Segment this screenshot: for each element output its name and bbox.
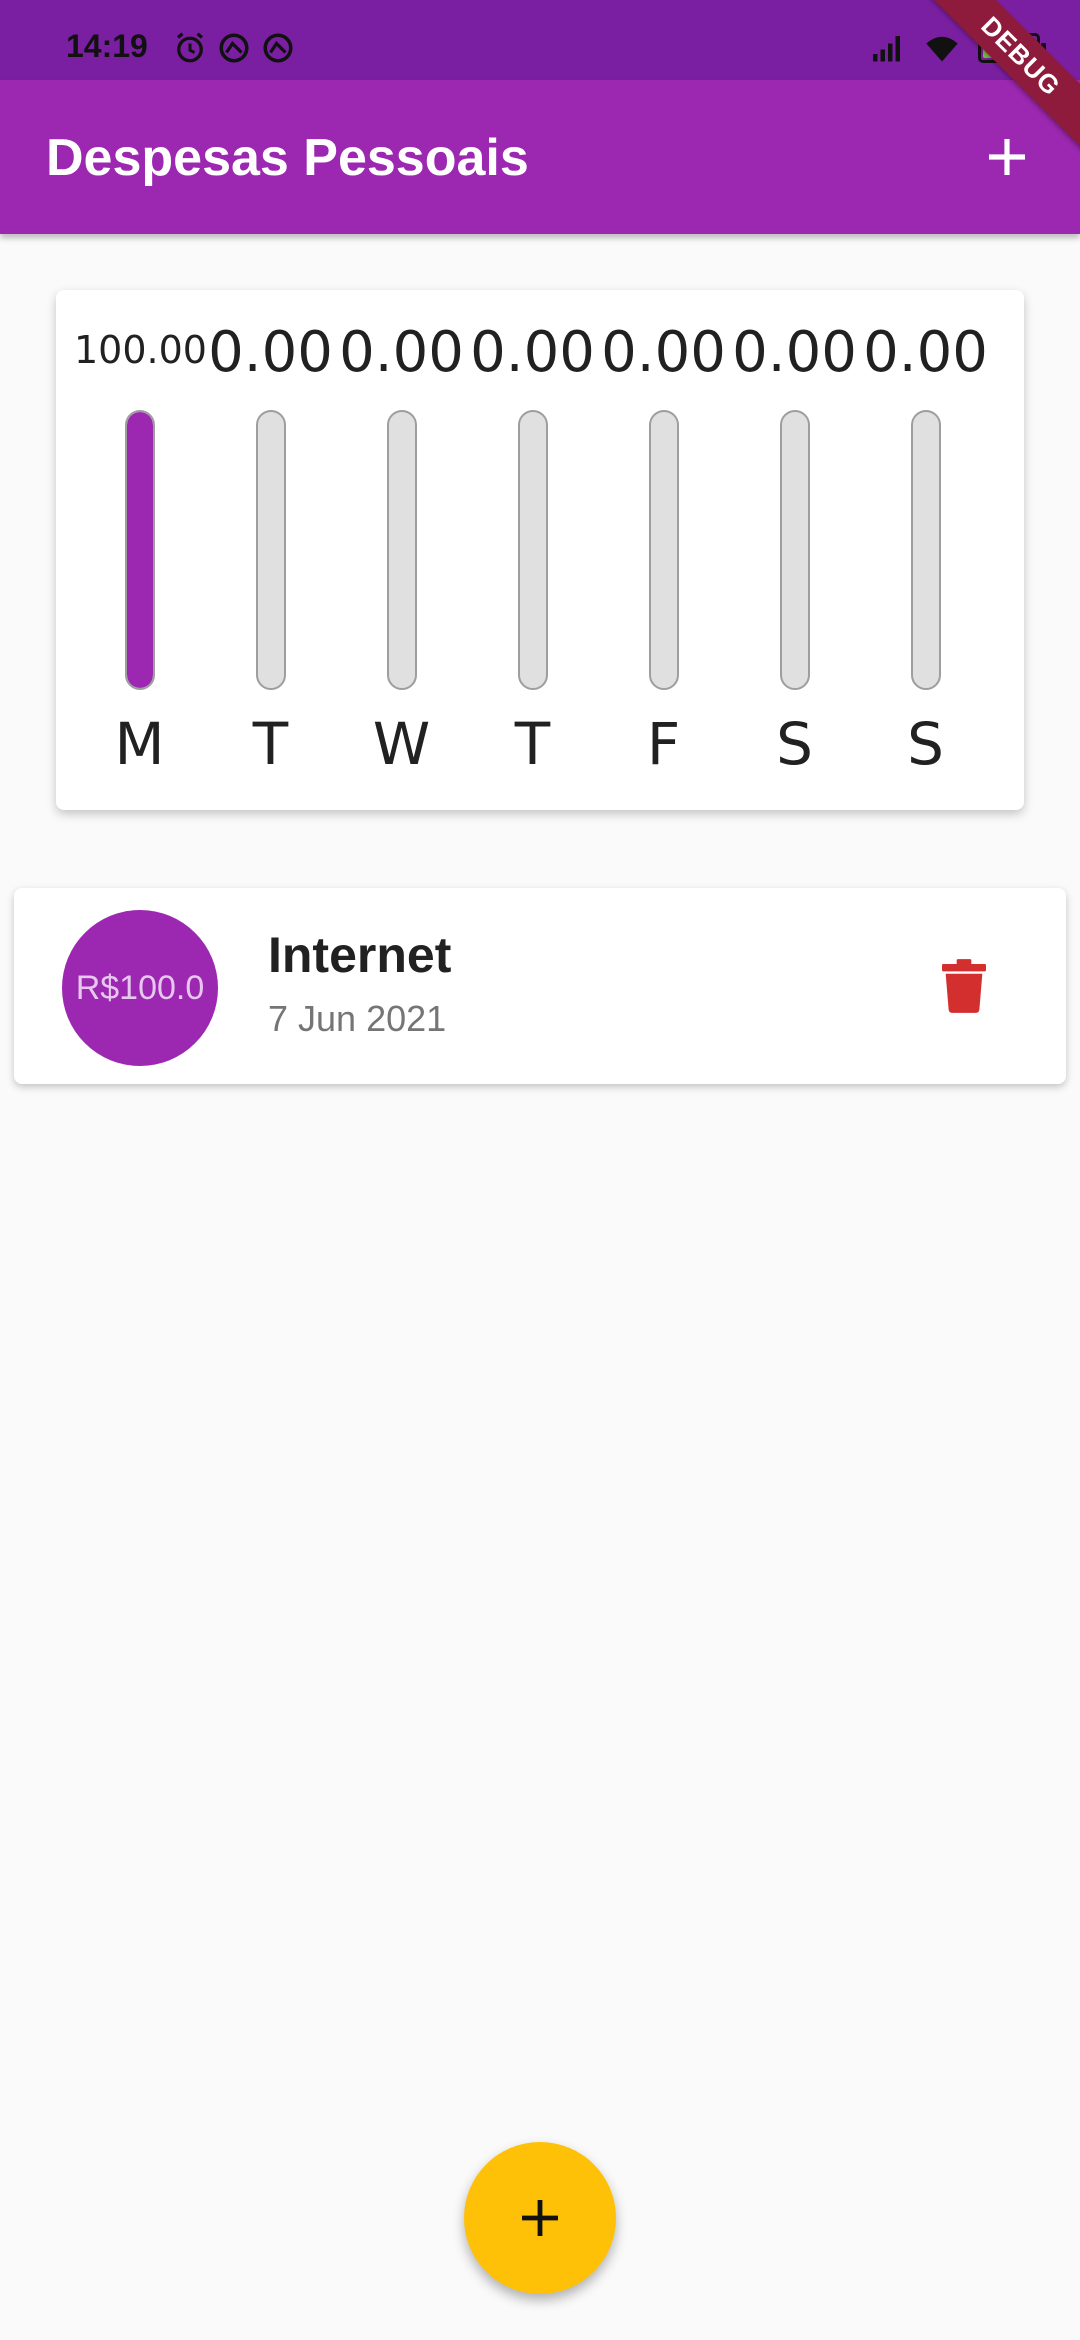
chart-day-label: F xyxy=(646,710,681,778)
transaction-item: R$100.0 Internet 7 Jun 2021 xyxy=(14,888,1066,1084)
trash-icon xyxy=(942,959,986,1013)
chart-column: 0.00 S xyxy=(860,290,991,810)
data-saver-icon xyxy=(263,33,293,63)
chart-day-label: W xyxy=(372,710,431,778)
plus-icon xyxy=(989,139,1025,175)
chart-bar xyxy=(124,410,155,690)
data-saver-icon xyxy=(219,33,249,63)
chart-value-label: 0.00 xyxy=(863,320,988,385)
status-icons-left xyxy=(172,30,296,66)
transaction-amount-avatar: R$100.0 xyxy=(62,910,218,1066)
delete-button[interactable] xyxy=(932,954,996,1018)
chart-day-label: S xyxy=(907,710,944,778)
wifi-icon xyxy=(926,36,958,62)
chart-day-label: M xyxy=(114,710,165,778)
add-transaction-button[interactable] xyxy=(964,114,1050,200)
chart-bar xyxy=(648,410,679,690)
chart-column: 0.00 T xyxy=(205,290,336,810)
chart-day-label: T xyxy=(252,710,289,778)
weekly-chart: 100.00 M 0.00 T 0.00 W 0.00 T 0.00 F 0.00 S 0.00 S xyxy=(56,290,1024,810)
fab-add-button[interactable] xyxy=(464,2142,616,2294)
chart-value-label: 0.00 xyxy=(208,320,333,385)
transaction-date: 7 Jun 2021 xyxy=(268,998,447,1039)
chart-value-label: 0.00 xyxy=(470,320,595,385)
chart-column: 0.00 F xyxy=(598,290,729,810)
status-time: 14:19 xyxy=(66,28,148,64)
chart-value-label: 0.00 xyxy=(601,320,726,385)
signal-icon xyxy=(873,36,900,62)
chart-bar xyxy=(910,410,941,690)
chart-bar xyxy=(517,410,548,690)
page-title: Despesas Pessoais xyxy=(46,129,529,187)
alarm-icon xyxy=(176,32,204,63)
chart-column: 100.00 M xyxy=(74,290,207,810)
chart-column: 0.00 W xyxy=(336,290,467,810)
plus-icon xyxy=(522,2200,558,2236)
chart-column: 0.00 S xyxy=(729,290,860,810)
chart-value-label: 100.00 xyxy=(74,328,207,372)
transaction-amount: R$100.0 xyxy=(75,968,205,1007)
transaction-title: Internet xyxy=(268,927,452,983)
chart-bar-fill xyxy=(126,412,153,688)
chart-day-label: S xyxy=(776,710,813,778)
status-bar: 14:19 99 xyxy=(0,0,1080,80)
app-bar: Despesas Pessoais xyxy=(0,80,1080,234)
chart-bar xyxy=(255,410,286,690)
chart-day-label: T xyxy=(514,710,551,778)
chart-value-label: 0.00 xyxy=(339,320,464,385)
chart-bar xyxy=(779,410,810,690)
chart-column: 0.00 T xyxy=(467,290,598,810)
chart-bar xyxy=(386,410,417,690)
chart-value-label: 0.00 xyxy=(732,320,857,385)
